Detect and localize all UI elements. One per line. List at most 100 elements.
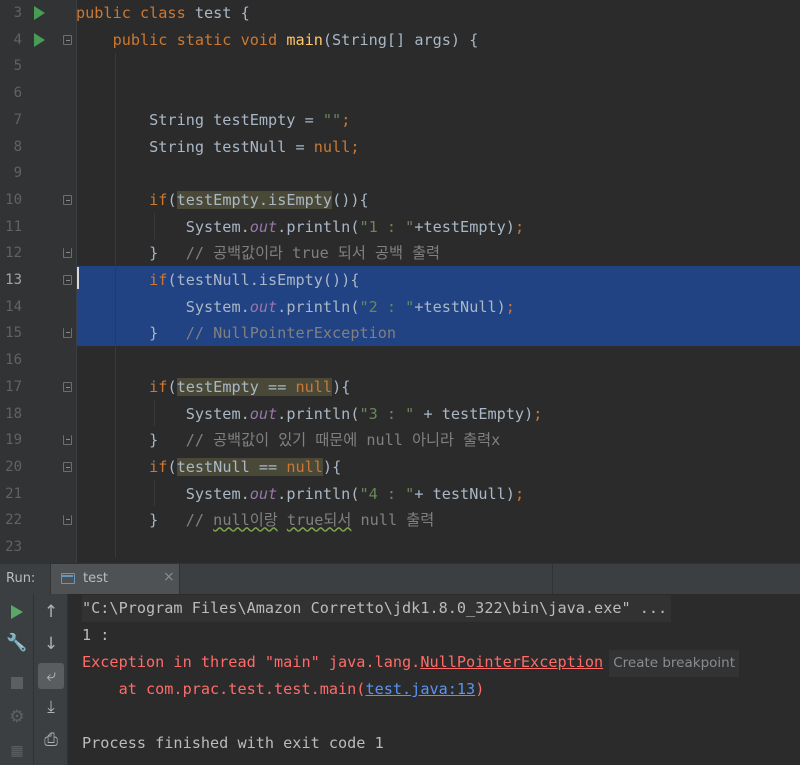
run-tab-test[interactable]: test × — [50, 564, 180, 595]
fold-icon[interactable] — [63, 382, 72, 392]
stack-prefix: at com.prac.test.test.main( — [82, 680, 365, 698]
grid-icon: ▦ — [10, 743, 23, 759]
code-line: 4 public static void main(String[] args)… — [0, 27, 800, 54]
soft-wrap-button[interactable]: ⤶ — [38, 663, 64, 689]
code-line: 11 System.out.println("1 : "+testEmpty); — [0, 214, 800, 241]
code-text: System.out.println("3 : " + testEmpty); — [76, 401, 542, 428]
code-text: System.out.println("4 : "+ testNull); — [76, 481, 524, 508]
code-text: public class test { — [76, 0, 250, 27]
tab-bar-divider — [552, 564, 553, 595]
code-text: public static void main(String[] args) { — [76, 27, 478, 54]
code-line: 10 if(testEmpty.isEmpty()){ — [0, 187, 800, 214]
print-button[interactable]: ⎙ — [38, 727, 64, 753]
line-number: 18 — [0, 401, 22, 428]
code-line: 3 public class test { — [0, 0, 800, 27]
code-line: 23 — [0, 534, 800, 561]
line-number: 22 — [0, 507, 22, 534]
gear-icon: ⚙ — [9, 707, 24, 727]
exception-line: Exception in thread "main" java.lang.Nul… — [82, 649, 739, 677]
up-button[interactable]: ↑ — [38, 599, 64, 625]
run-toolbar: 🔧 ⚙ ▦ ↑ ↓ ⤶ ⤓ ⎙ — [0, 594, 68, 765]
line-number: 4 — [0, 27, 22, 54]
code-line: 22 } // null이랑 true되서 null 출력 — [0, 507, 800, 534]
wrench-icon: 🔧 — [6, 633, 27, 653]
line-number: 12 — [0, 240, 22, 267]
output-line: 1 : — [82, 622, 109, 649]
fold-end-icon[interactable] — [63, 248, 72, 258]
code-line: 8 String testNull = null; — [0, 134, 800, 161]
code-text: } // 공백값이라 true 되서 공백 출력 — [76, 240, 440, 267]
line-number: 10 — [0, 187, 22, 214]
code-line: 12 } // 공백값이라 true 되서 공백 출력 — [0, 240, 800, 267]
console-output[interactable]: "C:\Program Files\Amazon Corretto\jdk1.8… — [68, 594, 800, 765]
down-button[interactable]: ↓ — [38, 631, 64, 657]
code-text: System.out.println("1 : "+testEmpty); — [76, 214, 524, 241]
code-line: 17 if(testEmpty == null){ — [0, 374, 800, 401]
code-line: 18 System.out.println("3 : " + testEmpty… — [0, 401, 800, 428]
run-class-icon[interactable] — [34, 6, 45, 20]
arrow-down-icon: ↓ — [44, 634, 58, 654]
source-link[interactable]: test.java:13 — [365, 680, 475, 698]
dump-threads-button[interactable]: ⚙ — [4, 704, 30, 730]
scroll-to-end-button[interactable]: ⤓ — [38, 694, 64, 720]
code-text: } // null이랑 true되서 null 출력 — [76, 507, 434, 534]
run-toolwindow-header: Run: test × — [0, 563, 800, 594]
tab-label: test — [83, 571, 108, 586]
fold-icon[interactable] — [63, 195, 72, 205]
line-number: 8 — [0, 134, 22, 161]
modify-config-button[interactable]: 🔧 — [4, 630, 30, 656]
code-text: if(testEmpty.isEmpty()){ — [76, 187, 369, 214]
code-text: if(testNull == null){ — [76, 454, 341, 481]
line-number: 15 — [0, 320, 22, 347]
stack-trace-line: at com.prac.test.test.main(test.java:13) — [82, 676, 484, 703]
code-editor[interactable]: 3 public class test { 4 public static vo… — [0, 0, 800, 563]
line-number: 6 — [0, 80, 22, 107]
exception-text: Exception in thread "main" java.lang. — [82, 653, 420, 671]
fold-icon[interactable] — [63, 275, 72, 285]
run-label: Run: — [6, 571, 35, 586]
stop-button[interactable] — [4, 670, 30, 696]
line-number: 23 — [0, 534, 22, 561]
line-number: 7 — [0, 107, 22, 134]
line-number: 11 — [0, 214, 22, 241]
toolbar-divider — [33, 594, 34, 765]
line-number: 21 — [0, 481, 22, 508]
code-text: if(testEmpty == null){ — [76, 374, 350, 401]
code-line-current: 13 if(testNull.isEmpty()){ — [0, 267, 800, 294]
line-number: 9 — [0, 160, 22, 187]
code-line: 6 — [0, 80, 800, 107]
arrow-up-icon: ↑ — [44, 602, 58, 622]
code-line: 21 System.out.println("4 : "+ testNull); — [0, 481, 800, 508]
code-line: 14 System.out.println("2 : "+testNull); — [0, 294, 800, 321]
code-line: 16 — [0, 347, 800, 374]
run-main-icon[interactable] — [34, 33, 45, 47]
fold-icon[interactable] — [63, 462, 72, 472]
code-text: if(testNull.isEmpty()){ — [76, 267, 359, 294]
line-number: 19 — [0, 427, 22, 454]
code-line: 20 if(testNull == null){ — [0, 454, 800, 481]
fold-icon[interactable] — [63, 35, 72, 45]
code-line: 7 String testEmpty = ""; — [0, 107, 800, 134]
rerun-button[interactable] — [4, 599, 30, 625]
exception-class-link[interactable]: NullPointerException — [420, 653, 603, 671]
wrap-icon: ⤶ — [46, 666, 56, 686]
fold-end-icon[interactable] — [63, 515, 72, 525]
line-number: 16 — [0, 347, 22, 374]
fold-end-icon[interactable] — [63, 328, 72, 338]
code-text: String testEmpty = ""; — [76, 107, 350, 134]
stop-icon — [11, 677, 23, 689]
process-finished-line: Process finished with exit code 1 — [82, 730, 384, 757]
code-line: 9 — [0, 160, 800, 187]
close-icon[interactable]: × — [163, 569, 175, 585]
fold-end-icon[interactable] — [63, 435, 72, 445]
code-text: System.out.println("2 : "+testNull); — [76, 294, 515, 321]
line-number: 5 — [0, 53, 22, 80]
printer-icon: ⎙ — [44, 730, 58, 750]
line-number: 3 — [0, 0, 22, 27]
command-line[interactable]: "C:\Program Files\Amazon Corretto\jdk1.8… — [82, 595, 671, 622]
line-number: 20 — [0, 454, 22, 481]
code-line: 15 } // NullPointerException — [0, 320, 800, 347]
create-breakpoint-button[interactable]: Create breakpoint — [609, 650, 739, 677]
layout-button[interactable]: ▦ — [4, 738, 30, 764]
code-text: } // 공백값이 있기 때문에 null 아니라 출력x — [76, 427, 500, 454]
